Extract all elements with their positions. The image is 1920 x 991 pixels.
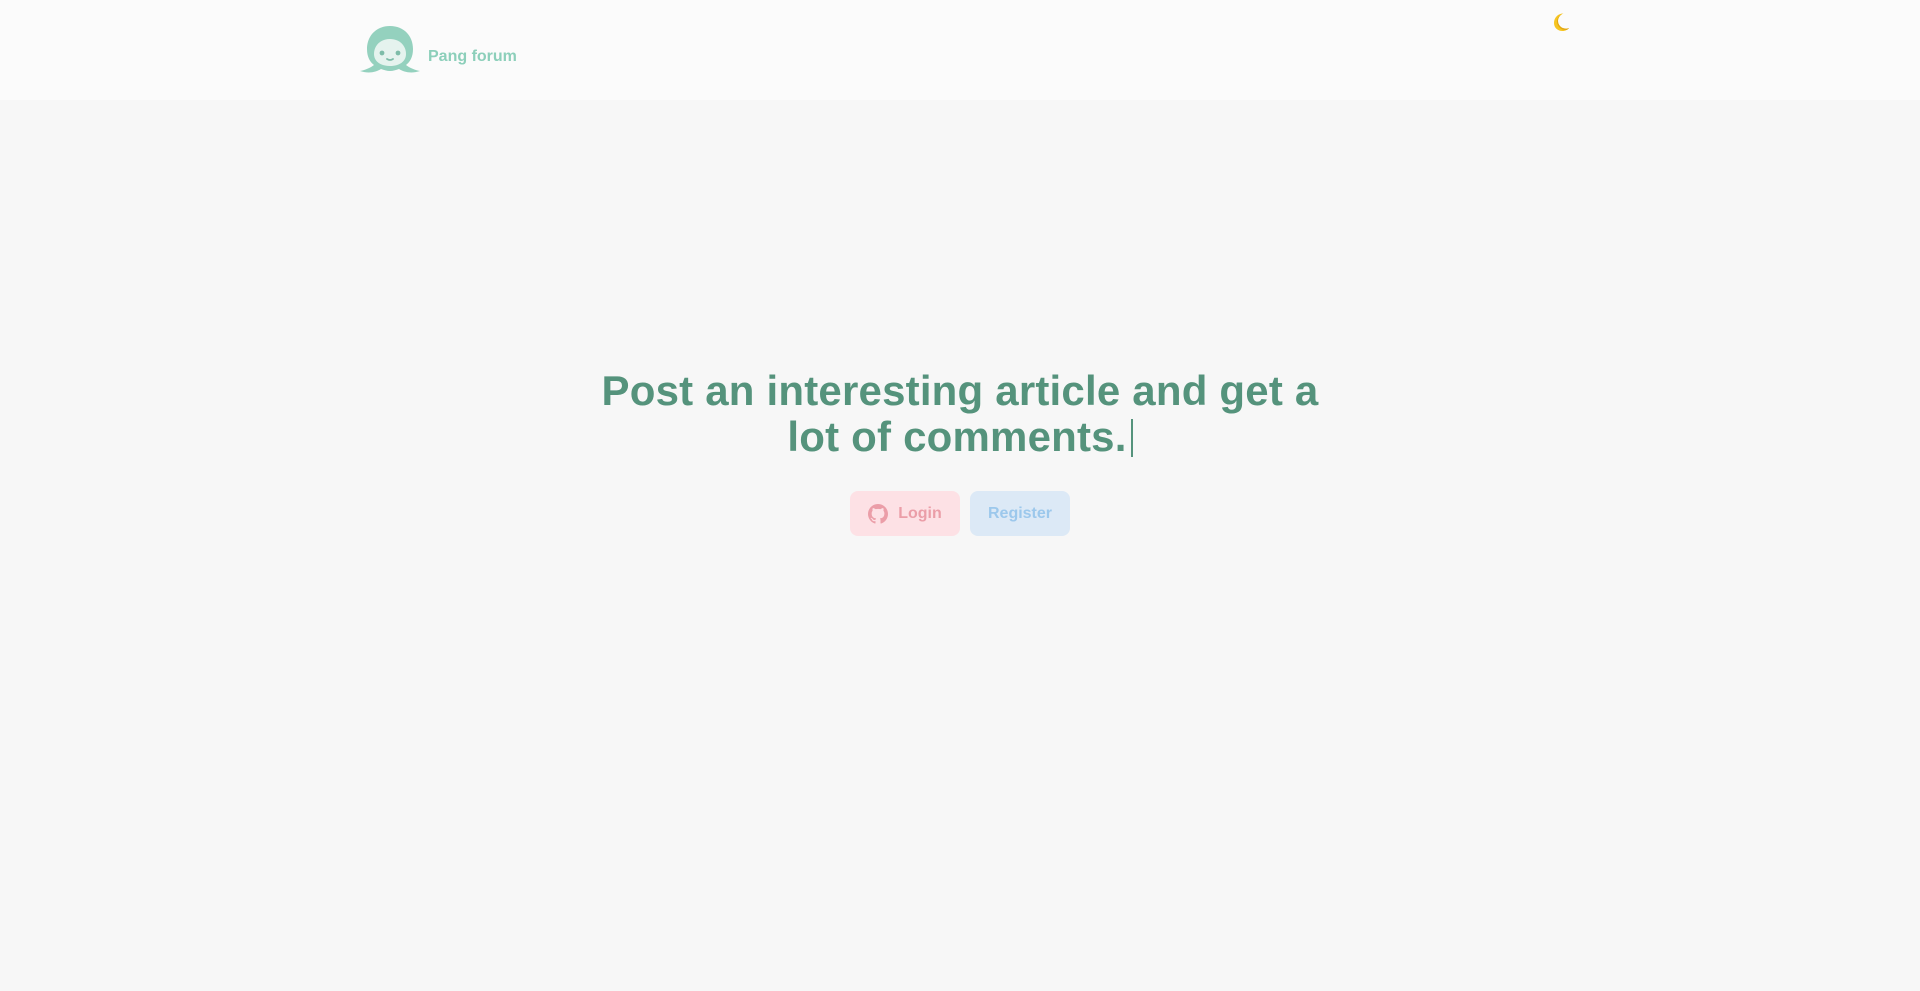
hero-section: Post an interesting article and get a lo… <box>0 368 1920 536</box>
hero-headline-text: Post an interesting article and get a lo… <box>601 367 1319 460</box>
hero-headline: Post an interesting article and get a lo… <box>580 368 1340 460</box>
brand-link[interactable]: Pang forum <box>359 24 517 78</box>
top-header: Pang forum <box>0 0 1920 100</box>
ghost-bubble-mascot-icon <box>360 26 420 73</box>
moon-icon <box>1554 13 1569 31</box>
login-label: Login <box>898 504 942 522</box>
theme-toggle-button[interactable] <box>1548 10 1572 34</box>
register-button[interactable]: Register <box>970 491 1070 536</box>
typing-caret <box>1130 419 1133 457</box>
auth-actions: Login Register <box>0 491 1920 536</box>
brand-name: Pang forum <box>428 48 517 65</box>
github-icon <box>868 503 889 524</box>
login-button[interactable]: Login <box>850 491 960 536</box>
register-label: Register <box>987 504 1053 522</box>
